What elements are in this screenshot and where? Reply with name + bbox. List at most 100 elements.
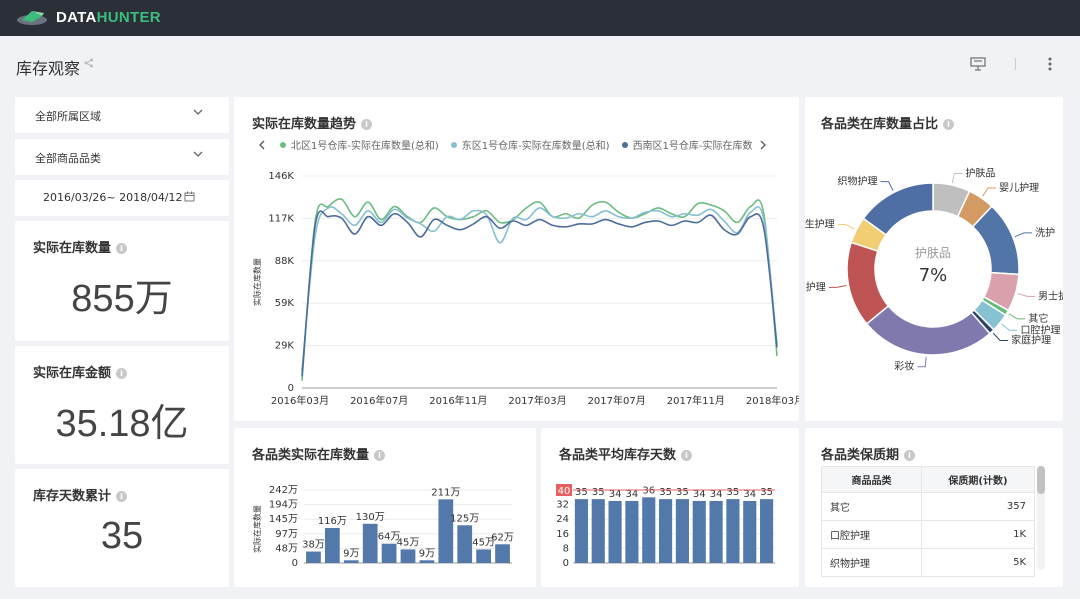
slice-label-line: [917, 356, 927, 368]
line-chart: 0 29K 59K 88K 117K 146K 2016年03月 2016年07月 2016年1…: [252, 171, 799, 407]
title-bar: 库存观察: [0, 36, 1080, 94]
bar-value-label: 211万: [431, 487, 460, 498]
table-row[interactable]: 其它 357: [821, 492, 1035, 521]
kpi-value: 855万: [71, 278, 173, 320]
info-icon[interactable]: i: [116, 491, 128, 502]
bar-value-label: 35: [676, 487, 689, 498]
bar-value-label: 45万: [397, 537, 420, 548]
donut-center-value: 7%: [919, 265, 948, 286]
category-qty-bar-chart: 048万97万145万194万242万实际在库数量 38万116万9万130万64…: [252, 485, 514, 569]
bar-value-label: 35: [659, 487, 672, 498]
y-tick-label: 24: [556, 514, 569, 525]
slice-label-line: [1014, 232, 1033, 238]
bar: [324, 528, 340, 563]
bar: [495, 544, 510, 563]
brand-prefix: DATA: [56, 8, 97, 26]
slice-label-line: [1008, 313, 1026, 320]
slice-label-line: [880, 181, 894, 191]
y-tick-label: 59K: [275, 298, 295, 309]
bar: [591, 499, 605, 563]
bar: [574, 499, 588, 563]
x-tick-label: 2016年03月: [271, 394, 329, 407]
page-title: 库存观察: [16, 59, 81, 78]
category-filter-label: 全部商品品类: [35, 152, 101, 165]
slice-label-line: [982, 187, 997, 197]
table-cell: 口腔护理: [821, 520, 922, 549]
avg-days-card: 各品类平均库存天数 i 0 8 16 24 32 35 35 34 34 36 35 35 34 34 35 3…: [541, 428, 799, 587]
table-title: 各品类保质期: [821, 448, 900, 463]
calendar-icon: [184, 191, 195, 202]
scrollbar-thumb[interactable]: [1037, 466, 1045, 494]
bar-value-label: 62万: [491, 532, 514, 543]
y-tick-label: 242万: [269, 485, 298, 496]
bar-value-label: 35: [727, 487, 740, 498]
bar-value-label: 35: [575, 487, 588, 498]
category-filter[interactable]: 全部商品品类: [15, 139, 229, 175]
y-axis-label: 实际在库数量: [252, 505, 262, 553]
region-filter[interactable]: 全部所属区域: [15, 97, 229, 133]
bar: [625, 500, 639, 563]
logo-icon: [17, 11, 47, 25]
kpi-label: 实际在库数量: [33, 241, 112, 256]
date-range-filter[interactable]: 2016/03/26~ 2018/04/12: [15, 180, 229, 216]
more-options-icon[interactable]: [1044, 56, 1056, 72]
bar-value-label: 9万: [419, 548, 435, 559]
bar: [709, 500, 723, 563]
y-tick-label: 146K: [268, 171, 294, 182]
slice-label: 其它: [1028, 312, 1048, 325]
donut-slice: [865, 304, 991, 356]
column-header[interactable]: 商品品类: [821, 466, 922, 493]
table-scrollbar[interactable]: [1037, 466, 1045, 570]
table-cell: 织物护理: [821, 548, 922, 577]
kpi-card-inventory-qty: 实际在库数量 i 855万: [15, 221, 229, 341]
avg-days-bar-chart: 0816243235 35 34 34 36 35 35 34 34 35 34 3540: [556, 484, 775, 569]
bar: [476, 549, 492, 563]
bar-value-label: 9万: [343, 548, 359, 559]
bar-value-label: 125万: [450, 513, 479, 524]
bar-value-label: 34: [743, 489, 756, 500]
table-row[interactable]: 织物护理 5K: [821, 548, 1035, 577]
kpi-card-inventory-days: 库存天数累计 i 35: [15, 469, 229, 587]
info-icon[interactable]: i: [116, 368, 128, 379]
bar: [692, 500, 706, 563]
table-header-row: 商品品类 保质期(计数): [821, 466, 1035, 493]
y-axis-label: 实际在库数量: [252, 258, 262, 306]
bar-value-label: 34: [609, 489, 622, 500]
chevron-down-icon: [193, 151, 203, 157]
bar-value-label: 130万: [356, 512, 385, 523]
bar-value-label: 38万: [302, 540, 325, 551]
slice-label: 彩妆: [894, 360, 914, 373]
bar-value-label: 35: [760, 487, 773, 498]
y-tick-label: 8: [563, 543, 569, 554]
slice-label-line: [837, 224, 855, 230]
x-tick-label: 2016年07月: [350, 394, 408, 407]
bar: [743, 500, 757, 563]
table-cell: 其它: [821, 492, 922, 521]
slice-label: 护肤品: [965, 166, 995, 179]
bar-value-label: 36: [642, 485, 655, 496]
slice-label: 洗护: [1035, 226, 1055, 239]
category-qty-card: 各品类实际在库数量 i 0 48万 97万 145万 194万 242万 实际在库数量 38万 1…: [234, 428, 536, 587]
bar-value-label: 34: [710, 489, 723, 500]
bar-value-label: 34: [626, 489, 639, 500]
y-tick-label: 194万: [269, 500, 298, 511]
info-icon[interactable]: i: [904, 450, 916, 461]
slice-label-line: [992, 332, 1009, 341]
share-icon[interactable]: [84, 58, 94, 68]
bar: [726, 499, 740, 563]
info-icon[interactable]: i: [116, 243, 128, 254]
bar: [381, 543, 397, 563]
shelf-life-table: 商品品类 保质期(计数) 其它 357 口腔护理 1K 织物护理 5K: [821, 466, 1035, 577]
y-tick-label: 32: [556, 500, 569, 511]
column-header[interactable]: 保质期(计数): [921, 466, 1035, 493]
bar: [362, 523, 378, 563]
table-row[interactable]: 口腔护理 1K: [821, 520, 1035, 549]
brand-logo[interactable]: DATAHUNTER: [16, 8, 161, 26]
slice-label: 男士护理: [1038, 289, 1063, 302]
table-cell: 1K: [921, 520, 1035, 549]
series-line: [301, 210, 778, 377]
kpi-label: 库存天数累计: [33, 489, 112, 504]
donut-center-label: 护肤品: [915, 245, 951, 260]
bar: [642, 497, 656, 563]
presentation-icon[interactable]: [970, 56, 986, 72]
